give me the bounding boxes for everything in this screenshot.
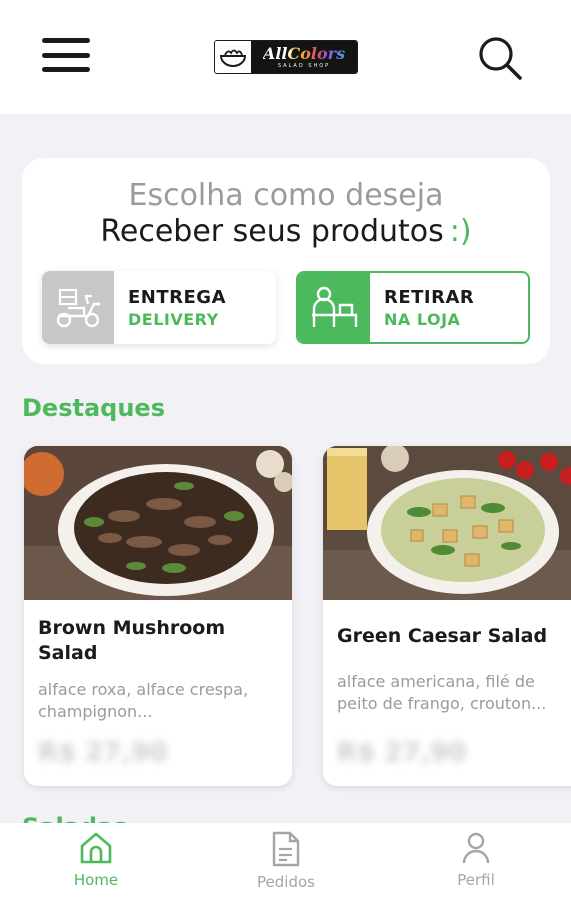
product-card[interactable]: Green Caesar Salad alface americana, fil…: [323, 446, 571, 786]
delivery-option-label: ENTREGA: [128, 286, 226, 308]
delivery-choice-card: Escolha como deseja Receber seus produto…: [22, 158, 550, 364]
search-icon[interactable]: [476, 34, 524, 82]
document-icon: [272, 831, 300, 867]
scooter-icon: [42, 271, 114, 344]
app-logo: AllColors SALAD SHOP: [214, 40, 358, 74]
home-icon: [80, 832, 112, 864]
nav-orders-label: Pedidos: [257, 873, 315, 891]
nav-profile-label: Perfil: [457, 871, 495, 889]
delivery-option-sublabel: DELIVERY: [128, 309, 219, 329]
logo-brand: AllColors: [262, 43, 346, 63]
bottom-navigation: Home Pedidos Perfil: [0, 823, 571, 900]
logo-tagline: SALAD SHOP: [277, 62, 331, 69]
pickup-option-sublabel: NA LOJA: [384, 309, 461, 329]
product-description: alface roxa, alface crespa, champignon..…: [38, 680, 249, 721]
choice-title: Escolha como deseja: [128, 178, 444, 213]
smile-text: :): [449, 214, 472, 249]
choice-subtitle: Receber seus produtos:): [22, 214, 550, 250]
store-pickup-icon: [298, 273, 370, 342]
hamburger-icon[interactable]: [42, 38, 90, 72]
pickup-option-label: RETIRAR: [384, 286, 475, 308]
product-name: Brown Mushroom Salad: [38, 617, 226, 664]
pickup-option-button[interactable]: RETIRAR NA LOJA: [296, 271, 530, 344]
highlights-title: Destaques: [22, 394, 165, 422]
delivery-option-button[interactable]: ENTREGA DELIVERY: [42, 271, 276, 344]
product-photo: [323, 446, 571, 600]
product-price: R$ 27,90: [38, 738, 168, 768]
nav-home-label: Home: [73, 871, 119, 889]
user-icon: [462, 832, 490, 864]
product-name: Green Caesar Salad: [337, 625, 548, 647]
product-card[interactable]: Brown Mushroom Salad alface roxa, alface…: [24, 446, 292, 786]
nav-profile[interactable]: Perfil: [416, 831, 536, 889]
top-bar: AllColors SALAD SHOP: [0, 0, 571, 114]
choice-subtitle-text: Receber seus produtos: [100, 214, 444, 249]
nav-home[interactable]: Home: [36, 831, 156, 889]
product-photo: [24, 446, 292, 600]
product-price: R$ 27,90: [337, 738, 467, 768]
salad-bowl-icon: [215, 41, 251, 73]
product-description: alface americana, filé de peito de frang…: [337, 672, 547, 713]
nav-orders[interactable]: Pedidos: [226, 831, 346, 891]
